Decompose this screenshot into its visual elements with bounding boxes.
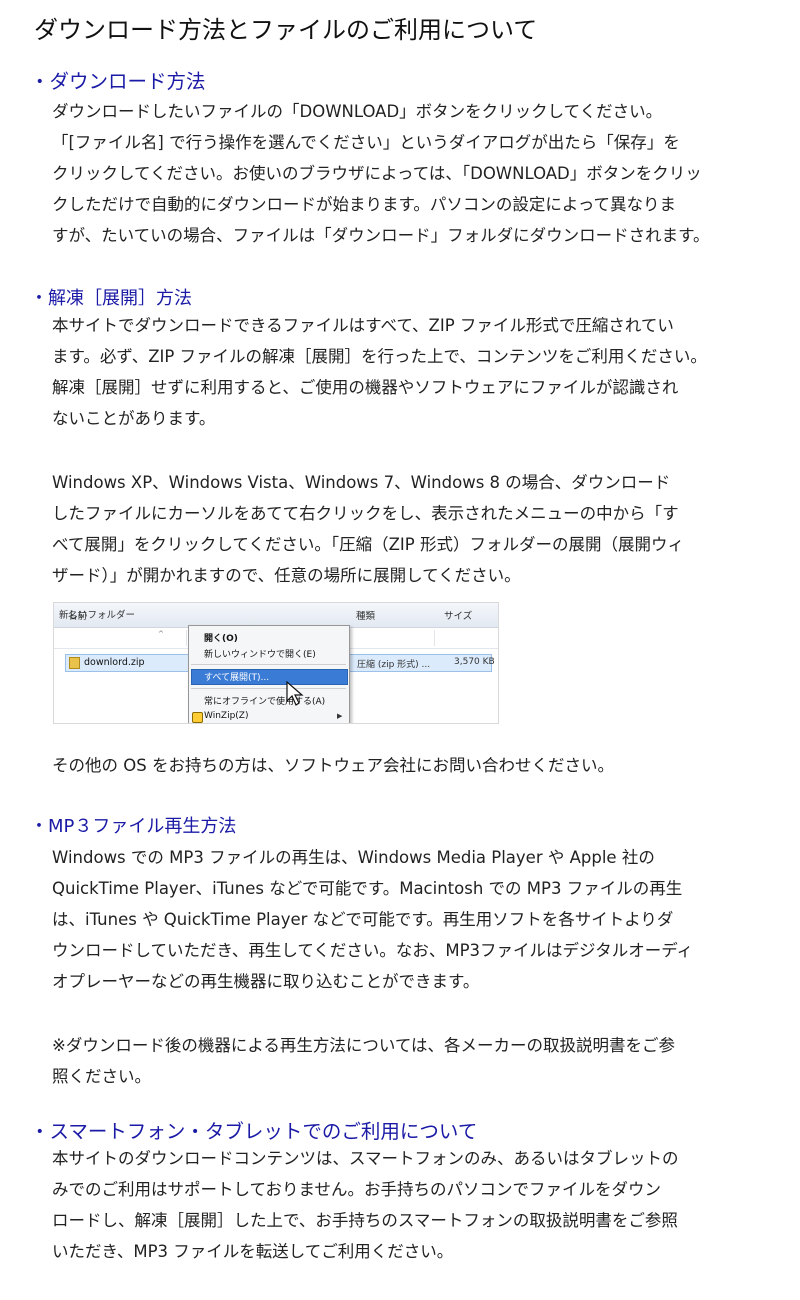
- text-line: クしただけで自動的にダウンロードが始まります。パソコンの設定によって異なりま: [52, 195, 677, 214]
- zip-file-icon: [69, 657, 80, 669]
- text-line: ダウンロードしたいファイルの「DOWNLOAD」ボタンをクリックしてください。: [52, 102, 663, 121]
- column-separator: [186, 630, 187, 646]
- text-line: いただき、MP3 ファイルを転送してご利用ください。: [52, 1242, 454, 1261]
- text-line: したファイルにカーソルをあてて右クリックをし、表示されたメニューの中から「す: [52, 504, 679, 523]
- text-line: ます。必ず、ZIP ファイルの解凍［展開］を行った上で、コンテンツをご利用くださ…: [52, 347, 707, 366]
- text-line: クリックしてください。お使いのブラウザによっては、「DOWNLOAD」ボタンをク…: [52, 164, 702, 183]
- text-line: 「[ファイル名] で行う操作を選んでください」というダイアログが出たら「保存」を: [52, 133, 680, 152]
- text-line: オプレーヤーなどの再生機器に取り込むことができます。: [52, 972, 480, 991]
- menu-separator: [191, 664, 346, 665]
- text-line: べて展開」をクリックしてください。「圧縮（ZIP 形式）フォルダーの展開（展開ウ…: [52, 535, 684, 554]
- text-line: ロードし、解凍［展開］した上で、お手持ちのスマートフォンの取扱説明書をご参照: [52, 1211, 678, 1230]
- text-line: ウンロードしていただき、再生してください。なお、MP3ファイルはデジタルオーディ: [52, 941, 694, 960]
- paragraph-other-os: その他の OS をお持ちの方は、ソフトウェア会社にお問い合わせください。: [52, 750, 752, 781]
- paragraph-mp3-playback: Windows での MP3 ファイルの再生は、Windows Media Pl…: [52, 842, 752, 997]
- context-menu: 開く(O) 新しいウィンドウで開く(E) すべて展開(T)... 常にオフライン…: [188, 625, 350, 723]
- column-header-size[interactable]: サイズ: [444, 608, 472, 622]
- text-line: 解凍［展開］せずに利用すると、ご使用の機器やソフトウェアにファイルが認識され: [52, 378, 679, 397]
- paragraph-smartphone: 本サイトのダウンロードコンテンツは、スマートフォンのみ、あるいはタブレットの み…: [52, 1143, 752, 1267]
- explorer-screenshot: 新しいフォルダー 名前 ^ 種類 サイズ downlord.zip 圧縮 (zi…: [53, 602, 499, 724]
- paragraph-mp3-note: ※ダウンロード後の機器による再生方法については、各メーカーの取扱説明書をご参 照…: [52, 1030, 752, 1092]
- text-line: 本サイトでダウンロードできるファイルはすべて、ZIP ファイル形式で圧縮されてい: [52, 316, 674, 335]
- page-title: ダウンロード方法とファイルのご利用について: [34, 16, 538, 44]
- menu-item-open[interactable]: 開く(O): [204, 631, 238, 644]
- menu-item-winzip[interactable]: WinZip(Z): [204, 711, 248, 721]
- column-separator: [434, 630, 435, 646]
- section-heading-download: ・ダウンロード方法: [30, 70, 206, 93]
- paragraph-download-steps: ダウンロードしたいファイルの「DOWNLOAD」ボタンをクリックしてください。 …: [52, 96, 752, 251]
- file-size: 3,570 KB: [454, 657, 495, 667]
- section-heading-smartphone: ・スマートフォン・タブレットでのご利用について: [30, 1120, 478, 1143]
- file-name[interactable]: downlord.zip: [84, 657, 145, 668]
- menu-item-always-offline[interactable]: 常にオフラインで使用する(A): [204, 694, 325, 707]
- text-line: Windows XP、Windows Vista、Windows 7、Windo…: [52, 473, 671, 492]
- text-line: ※ダウンロード後の機器による再生方法については、各メーカーの取扱説明書をご参: [52, 1036, 676, 1055]
- menu-item-open-new-window[interactable]: 新しいウィンドウで開く(E): [204, 647, 316, 660]
- paragraph-extract-intro: 本サイトでダウンロードできるファイルはすべて、ZIP ファイル形式で圧縮されてい…: [52, 310, 752, 434]
- mouse-cursor-icon: [286, 681, 304, 706]
- text-line: その他の OS をお持ちの方は、ソフトウェア会社にお問い合わせください。: [52, 756, 614, 775]
- text-line: 本サイトのダウンロードコンテンツは、スマートフォンのみ、あるいはタブレットの: [52, 1149, 679, 1168]
- text-line: ないことがあります。: [52, 409, 216, 428]
- sort-arrow-icon: ^: [158, 630, 164, 638]
- text-line: 照ください。: [52, 1067, 151, 1086]
- paragraph-extract-windows: Windows XP、Windows Vista、Windows 7、Windo…: [52, 467, 752, 591]
- menu-item-extract-all[interactable]: すべて展開(T)...: [204, 670, 269, 683]
- text-line: みでのご利用はサポートしておりません。お手持ちのパソコンでファイルをダウン: [52, 1180, 662, 1199]
- section-heading-mp3: ・MP３ファイル再生方法: [30, 816, 237, 837]
- section-heading-extract: ・解凍［展開］方法: [30, 288, 192, 309]
- text-line: QuickTime Player、iTunes などで可能です。Macintos…: [52, 879, 683, 898]
- winzip-icon: [192, 712, 203, 723]
- text-line: Windows での MP3 ファイルの再生は、Windows Media Pl…: [52, 848, 655, 867]
- chevron-right-icon: ▶: [337, 712, 343, 720]
- column-header-name[interactable]: 名前: [68, 608, 87, 622]
- text-line: ザード）」が開かれますので、任意の場所に展開してください。: [52, 566, 521, 585]
- file-type: 圧縮 (zip 形式) ...: [357, 660, 431, 670]
- menu-separator: [191, 688, 346, 689]
- text-line: は、iTunes や QuickTime Player などで可能です。再生用ソ…: [52, 910, 674, 929]
- text-line: すが、たいていの場合、ファイルは「ダウンロード」フォルダにダウンロードされます。: [52, 226, 710, 245]
- column-header-type[interactable]: 種類: [356, 608, 375, 622]
